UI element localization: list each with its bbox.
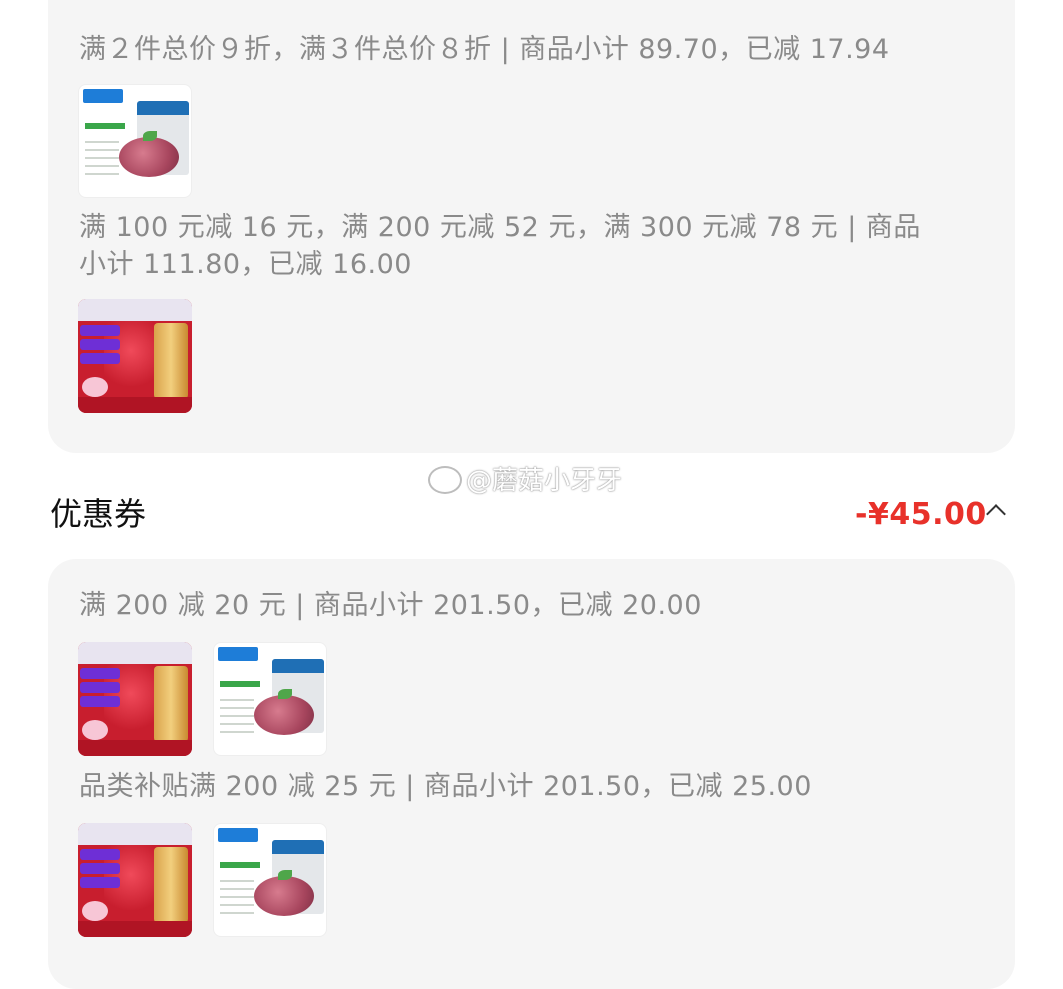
coupon-total-amount[interactable]: -¥45.00 <box>855 496 987 534</box>
coupon-rule-2: 品类补贴满 200 减 25 元 | 商品小计 201.50，已减 25.00 <box>79 771 812 802</box>
product-thumbnail-strawberry[interactable] <box>78 823 192 937</box>
coupon-rule-1: 满 200 减 20 元 | 商品小计 201.50，已减 20.00 <box>79 590 702 621</box>
product-thumbnail-lamb[interactable] <box>213 823 327 937</box>
coupon-card: 满 200 减 20 元 | 商品小计 201.50，已减 20.00 品类补贴… <box>48 559 1015 989</box>
coupon-section-title: 优惠券 <box>50 495 147 533</box>
product-thumbnail-strawberry[interactable] <box>78 642 192 756</box>
promotion-rule-2: 满 100 元减 16 元，满 200 元减 52 元，满 300 元减 78 … <box>79 212 921 280</box>
product-thumbnail-lamb[interactable] <box>78 84 192 198</box>
promotion-card: 满２件总价９折，满３件总价８折 | 商品小计 89.70，已减 17.94 满 … <box>48 0 1015 453</box>
product-thumbnail-lamb[interactable] <box>213 642 327 756</box>
chevron-up-icon[interactable] <box>986 504 1006 524</box>
product-thumbnail-strawberry[interactable] <box>78 299 192 413</box>
weibo-icon <box>428 466 462 494</box>
promotion-rule-1: 满２件总价９折，满３件总价８折 | 商品小计 89.70，已减 17.94 <box>79 34 890 65</box>
watermark-text: @蘑菇小牙牙 <box>466 466 623 496</box>
